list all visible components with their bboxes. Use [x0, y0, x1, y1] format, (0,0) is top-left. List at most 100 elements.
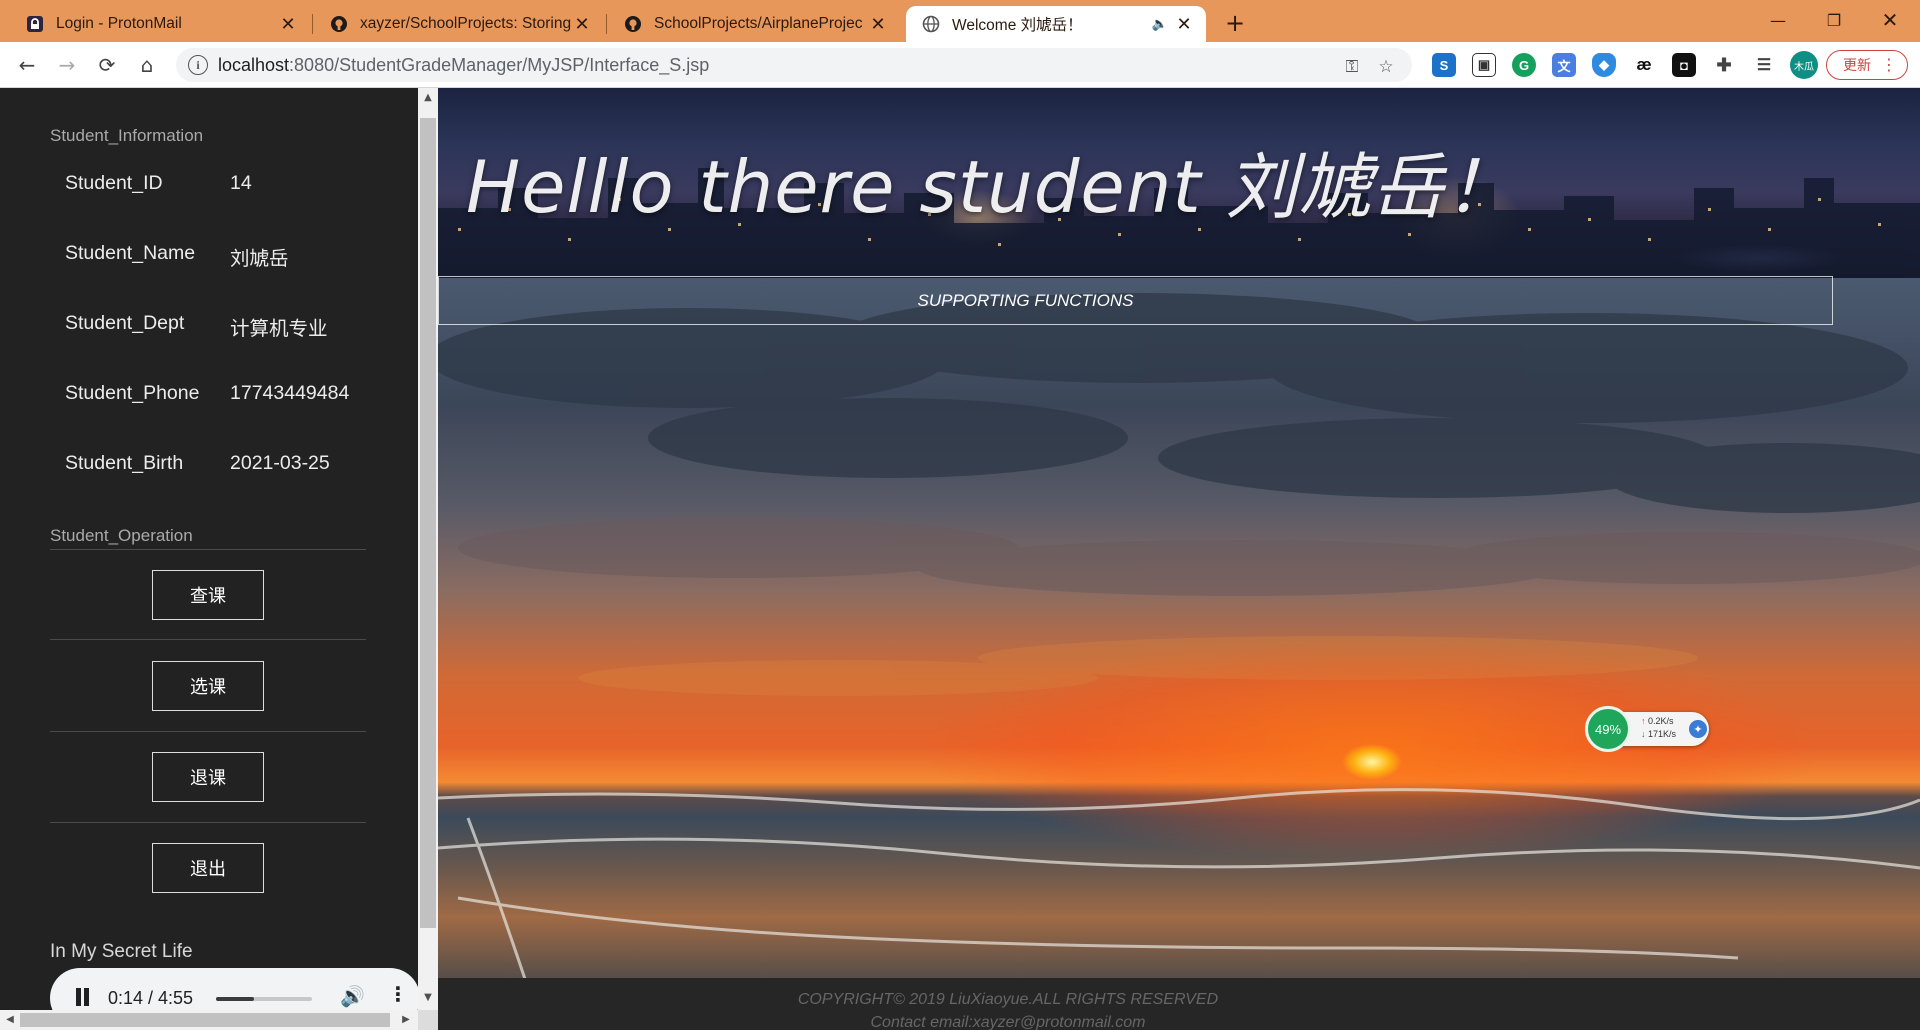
scroll-right-icon[interactable]: ▶ — [400, 1014, 412, 1026]
update-button[interactable]: 更新 ⋮ — [1826, 50, 1908, 80]
cube-extension-icon[interactable]: ▣ — [1472, 53, 1496, 77]
translate-icon[interactable]: 文 — [1552, 53, 1576, 77]
info-icon[interactable]: i — [188, 55, 208, 75]
info-label: Student_Phone — [65, 382, 200, 404]
minimize-button[interactable]: — — [1750, 0, 1806, 40]
speaker-icon[interactable]: 🔈 — [1146, 14, 1174, 34]
tab-title: xayzer/SchoolProjects: Storing — [360, 15, 572, 32]
drop-course-button[interactable]: 退课 — [152, 752, 264, 802]
s-extension-icon[interactable]: S — [1432, 53, 1456, 77]
greeting-heading: Helllo there student 刘虓岳！ — [466, 145, 1518, 229]
select-course-button[interactable]: 选课 — [152, 661, 264, 711]
forward-button[interactable]: → — [52, 50, 82, 80]
scrollbar-thumb[interactable] — [20, 1013, 390, 1027]
copyright-text: COPYRIGHT© 2019 LiuXiaoyue.ALL RIGHTS RE… — [797, 991, 1219, 1008]
address-bar[interactable]: i localhost:8080/StudentGradeManager/MyJ… — [176, 48, 1412, 82]
info-label: Student_Dept — [65, 312, 185, 334]
puzzle-icon[interactable]: ✚ — [1712, 53, 1736, 77]
contact-email: Contact email:xayzer@protonmail.com — [870, 1014, 1146, 1030]
tab-title: SchoolProjects/AirplaneProjec — [654, 15, 863, 32]
globe-icon — [922, 15, 940, 33]
more-options-icon[interactable]: ⋮ — [388, 982, 408, 1006]
scroll-down-icon[interactable]: ▼ — [422, 992, 434, 1004]
pause-icon[interactable] — [76, 988, 92, 1008]
info-value: 14 — [230, 172, 252, 194]
info-row-birth: Student_Birth 2021-03-25 — [65, 452, 385, 482]
kebab-menu-icon: ⋮ — [1881, 55, 1897, 74]
download-arrow-icon: ↓ — [1641, 729, 1646, 739]
info-label: Student_ID — [65, 172, 163, 194]
info-label: Student_Birth — [65, 452, 184, 474]
download-speed: ↓ 171K/s — [1641, 729, 1677, 739]
close-window-button[interactable]: ✕ — [1862, 0, 1918, 40]
supporting-functions-bar[interactable]: SUPPORTING FUNCTIONS — [438, 276, 1833, 325]
close-icon[interactable]: ✕ — [278, 14, 298, 34]
scrollbar-corner — [418, 1010, 438, 1030]
info-label: Student_Name — [65, 242, 196, 264]
tab-title: Login - ProtonMail — [56, 15, 182, 32]
reload-button[interactable]: ⟳ — [92, 50, 122, 80]
tab-strip: Login - ProtonMail ✕ xayzer/SchoolProjec… — [0, 0, 1920, 42]
tab-github-airplane[interactable]: SchoolProjects/AirplaneProjec ✕ — [608, 6, 900, 42]
info-value: 17743449484 — [230, 382, 350, 404]
boost-icon[interactable]: ✦ — [1689, 720, 1707, 738]
star-icon[interactable]: ☆ — [1376, 57, 1396, 77]
tab-welcome[interactable]: Welcome 刘虓岳！ 🔈 ✕ — [906, 6, 1206, 42]
grammarly-icon[interactable]: G — [1512, 53, 1536, 77]
reading-list-icon[interactable]: ☰ — [1752, 53, 1776, 77]
audio-progress[interactable] — [216, 997, 312, 1001]
sidebar-vertical-scrollbar[interactable]: ▲ ▼ — [418, 88, 438, 1010]
close-icon[interactable]: ✕ — [572, 14, 592, 34]
info-row-id: Student_ID 14 — [65, 172, 385, 202]
close-icon[interactable]: ✕ — [1174, 14, 1194, 34]
back-button[interactable]: ← — [12, 50, 42, 80]
divider — [50, 549, 366, 550]
check-courses-button[interactable]: 查课 — [152, 570, 264, 620]
logout-button[interactable]: 退出 — [152, 843, 264, 893]
network-speed-widget[interactable]: 49% ↑ 0.2K/s ↓ 171K/s ✦ — [1585, 706, 1711, 752]
tab-separator — [606, 14, 607, 34]
tab-github-storing[interactable]: xayzer/SchoolProjects: Storing ✕ — [314, 6, 604, 42]
avatar[interactable]: 木瓜 — [1790, 51, 1818, 79]
upload-arrow-icon: ↑ — [1641, 716, 1646, 726]
audio-progress-fill — [216, 997, 255, 1001]
ae-extension-icon[interactable]: æ — [1632, 53, 1656, 77]
volume-icon[interactable]: 🔊 — [340, 984, 365, 1008]
close-icon[interactable]: ✕ — [868, 14, 888, 34]
operation-section-title: Student_Operation — [50, 526, 193, 545]
info-row-dept: Student_Dept 计算机专业 — [65, 312, 385, 342]
url-text[interactable]: localhost:8080/StudentGradeManager/MyJSP… — [218, 55, 709, 76]
key-icon[interactable]: ⚿ — [1342, 57, 1362, 77]
info-value: 计算机专业 — [230, 318, 328, 340]
divider — [50, 731, 366, 732]
info-row-name: Student_Name 刘虓岳 — [65, 242, 385, 272]
info-section-title: Student_Information — [50, 126, 204, 145]
browser-toolbar: ← → ⟳ ⌂ i localhost:8080/StudentGradeMan… — [0, 42, 1920, 88]
upload-speed: ↑ 0.2K/s — [1641, 716, 1674, 726]
divider — [50, 822, 366, 823]
home-button[interactable]: ⌂ — [132, 50, 162, 80]
page-content: Student_Information Student_ID 14 Studen… — [0, 88, 1920, 1030]
tab-protonmail[interactable]: Login - ProtonMail ✕ — [10, 6, 310, 42]
sidebar-horizontal-scrollbar[interactable]: ◀ ▶ — [0, 1010, 418, 1030]
main-frame: Helllo there student 刘虓岳！ SUPPORTING FUN… — [438, 88, 1920, 1030]
shield-extension-icon[interactable]: ◆ — [1592, 53, 1616, 77]
scrollbar-thumb[interactable] — [420, 118, 436, 928]
sunset-beach-background — [438, 278, 1920, 988]
update-label: 更新 — [1843, 58, 1871, 74]
page-footer: COPYRIGHT© 2019 LiuXiaoyue.ALL RIGHTS RE… — [438, 978, 1920, 1030]
scroll-up-icon[interactable]: ▲ — [422, 92, 434, 104]
info-row-phone: Student_Phone 17743449484 — [65, 382, 385, 412]
song-title: In My Secret Life — [50, 941, 193, 962]
memory-percent-badge[interactable]: 49% — [1585, 706, 1631, 752]
glasses-extension-icon[interactable]: ◘ — [1672, 53, 1696, 77]
github-icon — [624, 15, 642, 33]
scroll-left-icon[interactable]: ◀ — [4, 1014, 16, 1026]
audio-player[interactable]: 0:14 / 4:55 🔊 ⋮ — [50, 968, 418, 1010]
tab-title: Welcome 刘虓岳！ — [952, 17, 1083, 34]
info-value: 2021-03-25 — [230, 452, 330, 474]
new-tab-button[interactable]: + — [1222, 9, 1248, 37]
supporting-functions-label: SUPPORTING FUNCTIONS — [917, 290, 1134, 310]
restore-button[interactable]: ❐ — [1806, 0, 1862, 40]
wave-layer — [438, 788, 1920, 988]
